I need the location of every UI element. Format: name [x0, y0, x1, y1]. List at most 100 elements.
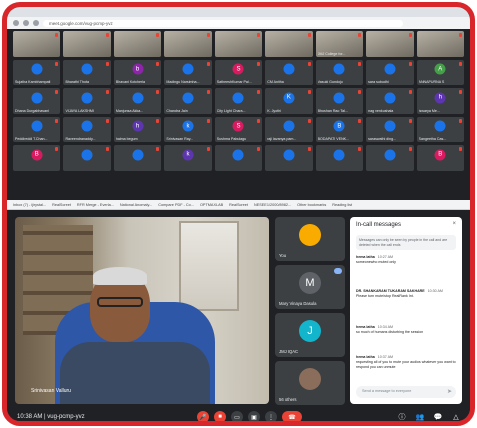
- participant-tile[interactable]: City Light Chara...: [214, 88, 263, 114]
- participant-tile[interactable]: raji lavanya pam...: [265, 116, 313, 142]
- url-field[interactable]: meet.google.com/vug-pcmp-yvz: [43, 19, 403, 27]
- participant-tile[interactable]: S SatheeshKumar Pal...: [214, 59, 263, 85]
- camera-icon[interactable]: ■: [214, 411, 226, 421]
- side-participant-tile[interactable]: You: [275, 217, 345, 261]
- close-icon[interactable]: ×: [452, 221, 456, 227]
- participant-tile[interactable]: [366, 31, 414, 57]
- participant-tile[interactable]: Madingu Narsimha...: [164, 59, 212, 85]
- participant-photo: [13, 31, 61, 57]
- meeting-toolbar: 10:38 AM | vug-pcmp-yvz 🎤 ■ ▭ ▣ ⋮ ☎ ⓘ 👥 …: [7, 408, 470, 421]
- side-participant-tile[interactable]: M Mary Vinaya Dasula: [275, 265, 345, 309]
- participant-tile[interactable]: K K. Jyothi: [265, 88, 313, 114]
- participant-tile[interactable]: [214, 145, 263, 171]
- bookmark-item[interactable]: RealScreet: [229, 203, 248, 207]
- participant-tile[interactable]: [63, 145, 111, 171]
- participant-tile[interactable]: B BODAPATI VENK...: [315, 116, 364, 142]
- participant-tile[interactable]: [265, 145, 313, 171]
- participant-tile[interactable]: k Srinivasan Ray...: [164, 116, 212, 142]
- participant-tile[interactable]: CM Anitha: [265, 59, 313, 85]
- send-icon[interactable]: ➤: [447, 388, 452, 395]
- participant-tile[interactable]: h Iswarya Me...: [416, 88, 464, 114]
- participant-avatar: [333, 149, 345, 161]
- more-options-icon[interactable]: ⋮: [265, 411, 277, 421]
- chat-message: hema latha 10:27 AM someonewho muted only: [356, 255, 456, 265]
- participant-name: Vasuki Gundoju: [317, 80, 343, 84]
- mic-icon[interactable]: 🎤: [197, 411, 209, 421]
- main-video[interactable]: Srinivasan Valluru: [15, 217, 269, 404]
- participant-tile[interactable]: saraswathi ding...: [366, 116, 414, 142]
- participant-tile[interactable]: Dhana Durgabhavani: [13, 88, 61, 114]
- bookmark-item[interactable]: OPTMAXLAB: [200, 203, 223, 207]
- info-icon[interactable]: ⓘ: [396, 411, 408, 421]
- participant-tile[interactable]: Peddireddi T.Chan...: [13, 116, 61, 142]
- bookmark-item[interactable]: RealScreet: [52, 203, 71, 207]
- participant-tile[interactable]: Manjunsa Akka...: [113, 88, 162, 114]
- bookmark-item[interactable]: Reading list: [332, 203, 352, 207]
- participant-tile[interactable]: [63, 31, 111, 57]
- bookmark-item[interactable]: Other bookmarks: [297, 203, 326, 207]
- participant-tile[interactable]: B: [416, 145, 464, 171]
- participant-avatar: [182, 92, 194, 104]
- participant-photo: [265, 31, 313, 57]
- mic-off-icon: [257, 33, 261, 37]
- forward-icon[interactable]: [23, 20, 29, 26]
- participant-tile[interactable]: [164, 31, 212, 57]
- participant-tile[interactable]: Vasuki Gundoju: [315, 59, 364, 85]
- participant-tile[interactable]: [416, 31, 464, 57]
- participant-tile[interactable]: B: [13, 145, 61, 171]
- participant-tile[interactable]: [214, 31, 263, 57]
- participant-tile[interactable]: b Bhavani Kotcherla: [113, 59, 162, 85]
- participant-avatar: [232, 92, 244, 104]
- participant-avatar: [132, 92, 144, 104]
- participant-tile[interactable]: sara subudhi: [366, 59, 414, 85]
- mic-off-icon: [358, 147, 362, 151]
- bookmark-item[interactable]: Compare PDF - Co...: [158, 203, 194, 207]
- chat-message: hema latha 10:37 AM requesting all of you …: [356, 355, 456, 370]
- participant-avatar: [384, 120, 396, 132]
- participant-tile[interactable]: Chandra Jain: [164, 88, 212, 114]
- participant-tile[interactable]: JMJ College for...: [315, 31, 364, 57]
- activities-icon[interactable]: △: [450, 411, 462, 421]
- participant-tile[interactable]: [113, 31, 162, 57]
- present-icon[interactable]: ▣: [248, 411, 260, 421]
- people-icon[interactable]: 👥: [414, 411, 426, 421]
- participant-tile[interactable]: VIJAYA LAKSHMI: [63, 88, 111, 114]
- back-icon[interactable]: [13, 20, 19, 26]
- participant-tile[interactable]: [113, 145, 162, 171]
- end-call-icon[interactable]: ☎: [282, 411, 302, 421]
- address-bar: meet.google.com/vug-pcmp-yvz: [7, 17, 470, 29]
- bookmark-item[interactable]: NESEE1/2000/8982...: [254, 203, 291, 207]
- participant-tile[interactable]: [366, 145, 414, 171]
- participant-tile[interactable]: Bharathi Thota: [63, 59, 111, 85]
- reload-icon[interactable]: [33, 20, 39, 26]
- bookmark-item[interactable]: RFR Merge - Everla...: [77, 203, 114, 207]
- participant-tile[interactable]: h halma begum: [113, 116, 162, 142]
- participant-avatar: k: [182, 149, 194, 161]
- participant-tile[interactable]: Sangeetha Cas...: [416, 116, 464, 142]
- participant-tile[interactable]: Sujatha Kambhampati: [13, 59, 61, 85]
- mic-off-icon: [105, 147, 109, 151]
- meet-window: Srinivasan Valluru You M Mary Vinaya Dasul…: [7, 210, 470, 421]
- bookmark-item[interactable]: National Anomaly...: [120, 203, 152, 207]
- participant-tile[interactable]: S Sushma Pabulagu: [214, 116, 263, 142]
- participant-avatar: K: [283, 92, 295, 104]
- chat-text: someonewho muted only: [356, 259, 396, 264]
- participant-tile[interactable]: Raveendranaddy...: [63, 116, 111, 142]
- participant-tile[interactable]: [13, 31, 61, 57]
- participant-tile[interactable]: k: [164, 145, 212, 171]
- chat-icon[interactable]: 💬: [432, 411, 444, 421]
- bookmark-item[interactable]: Inbox (7) - ijirystal...: [13, 203, 46, 207]
- participant-tile[interactable]: nag venkushala: [366, 88, 414, 114]
- chat-input[interactable]: Send a message to everyone ➤: [356, 386, 456, 398]
- participant-tile[interactable]: [315, 145, 364, 171]
- participant-tile[interactable]: A ANNAPURNA S: [416, 59, 464, 85]
- mic-off-icon: [156, 147, 160, 151]
- participant-tile[interactable]: Bhushan Rao Tal...: [315, 88, 364, 114]
- captions-icon[interactable]: ▭: [231, 411, 243, 421]
- participant-name: Raveendranaddy...: [65, 137, 96, 141]
- side-participant-tile[interactable]: J JMJ IQAC: [275, 313, 345, 357]
- chat-sender: hema latha: [356, 325, 375, 329]
- participant-name: Srinivasan Ray...: [166, 137, 194, 141]
- side-participant-tile[interactable]: 56 others: [275, 361, 345, 405]
- participant-tile[interactable]: [265, 31, 313, 57]
